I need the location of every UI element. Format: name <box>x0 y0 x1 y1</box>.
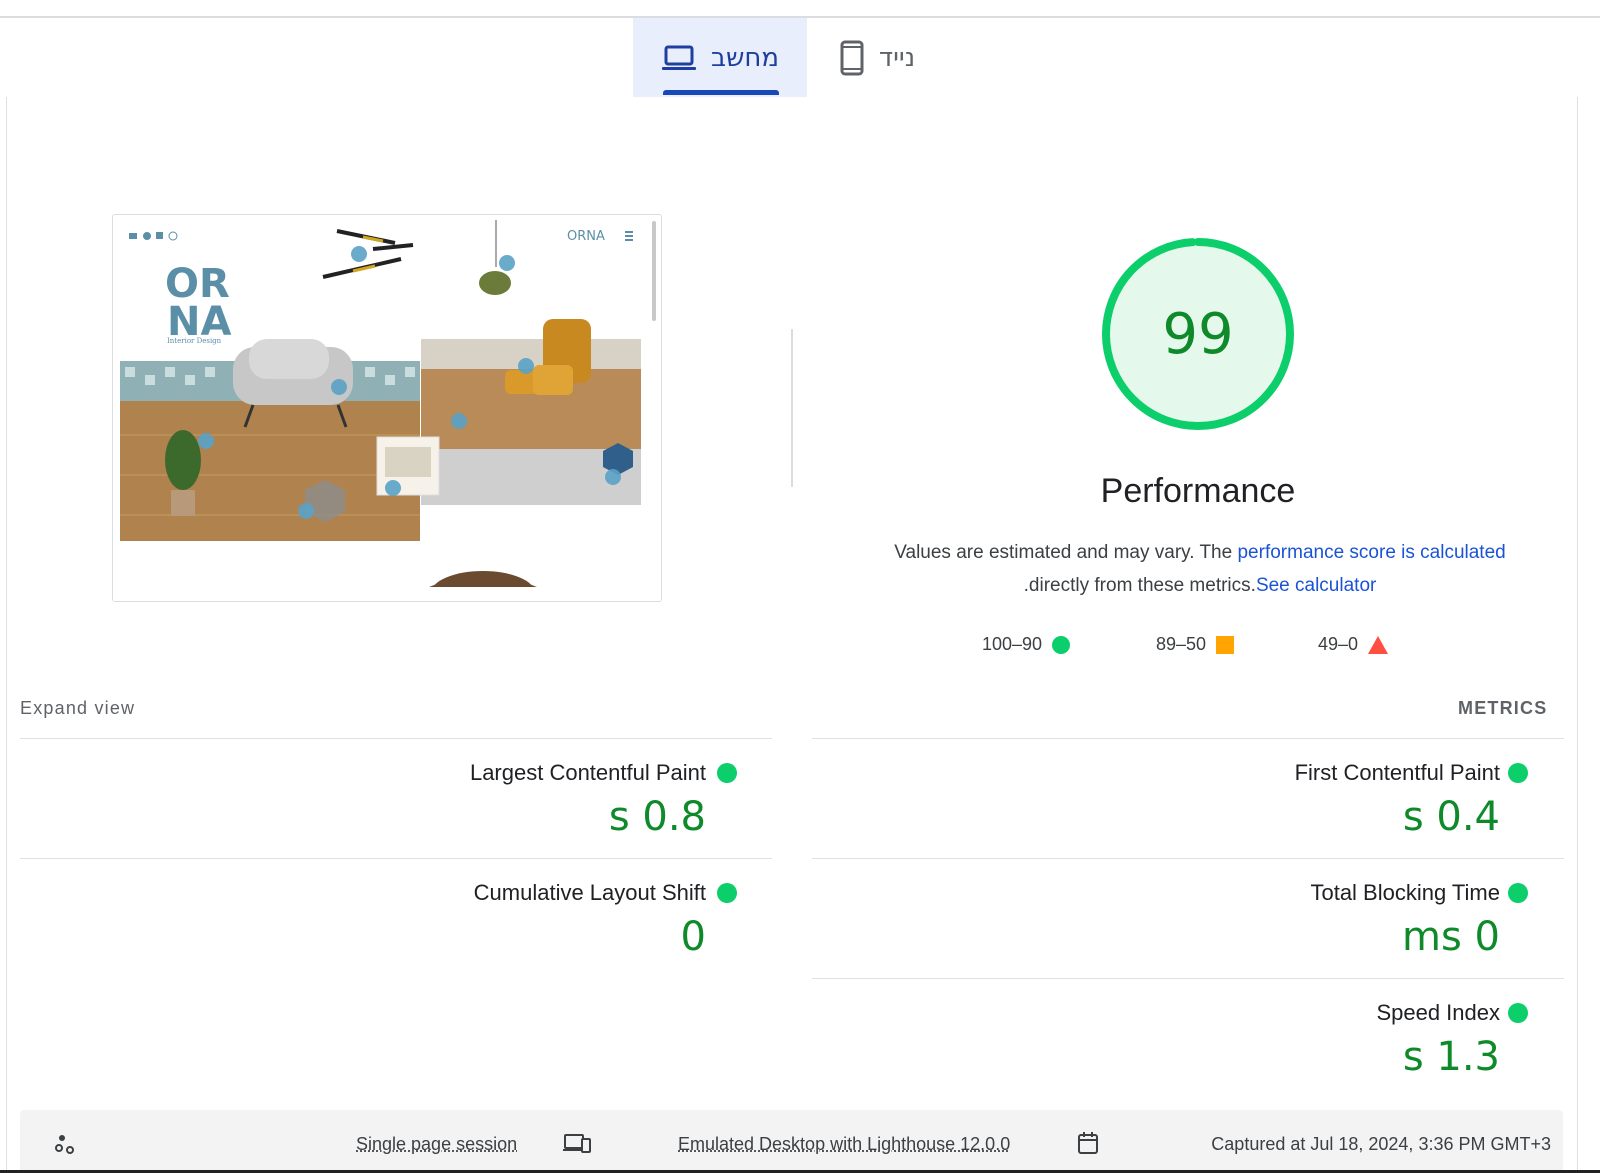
metrics-divider <box>812 978 1564 979</box>
see-calculator-link[interactable]: See calculator <box>1256 575 1376 596</box>
metric-value: s 0.8 <box>608 794 706 840</box>
metrics-divider <box>20 858 772 859</box>
metric-name: Cumulative Layout Shift <box>473 880 706 905</box>
card-border-right <box>1577 97 1578 1173</box>
svg-text:Interior Design: Interior Design <box>167 337 222 345</box>
desc-text: Values are estimated and may vary. The <box>894 542 1238 563</box>
metric-name: Total Blocking Time <box>1310 880 1500 905</box>
card-border-left <box>6 97 7 1173</box>
green-circle-icon <box>1052 635 1071 654</box>
svg-text:ORNA: ORNA <box>567 229 605 244</box>
metric-name: First Contentful Paint <box>1294 760 1500 785</box>
metrics-divider <box>812 738 1564 739</box>
metric-name: Largest Contentful Paint <box>469 760 706 785</box>
green-circle-icon <box>1508 1003 1528 1023</box>
desc-text-2: .directly from these metrics. <box>1023 575 1256 596</box>
calendar-icon <box>1077 1131 1099 1155</box>
green-circle-icon <box>717 763 737 783</box>
expand-view-toggle[interactable]: Expand view <box>20 698 135 719</box>
legend-good: 100–90 <box>982 634 1071 655</box>
tab-mobile-label: נייד <box>878 42 916 73</box>
emulated-device-link[interactable]: Emulated Desktop with Lighthouse 12.0.0 <box>678 1134 1010 1155</box>
performance-score: 99 <box>1162 301 1234 367</box>
metric-value: s 1.3 <box>1402 1034 1500 1080</box>
green-circle-icon <box>1508 883 1528 903</box>
legend-poor: 49–0 <box>1318 634 1389 655</box>
legend-good-label: 100–90 <box>982 634 1043 654</box>
section-divider <box>791 329 793 487</box>
captured-timestamp: Captured at Jul 18, 2024, 3:36 PM GMT+3 <box>1211 1134 1551 1154</box>
device-tabs: מחשב נייד <box>633 18 947 97</box>
legend-average: 89–50 <box>1156 634 1235 655</box>
performance-title: Performance <box>1100 472 1296 510</box>
green-circle-icon <box>717 883 737 903</box>
metric-value: s 0.4 <box>1402 794 1500 840</box>
metric-value: ms 0 <box>1402 914 1500 960</box>
tab-mobile[interactable]: נייד <box>807 18 947 97</box>
tab-desktop[interactable]: מחשב <box>633 18 807 97</box>
metrics-heading: METRICS <box>1458 698 1548 718</box>
metrics-divider <box>20 738 772 739</box>
devices-icon <box>563 1132 591 1154</box>
legend-poor-label: 49–0 <box>1318 634 1359 654</box>
metrics-divider <box>812 858 1564 859</box>
performance-description: Values are estimated and may vary. The p… <box>870 536 1530 602</box>
settings-nodes-icon <box>54 1132 78 1156</box>
active-tab-indicator <box>663 90 779 95</box>
session-link[interactable]: Single page session <box>356 1134 517 1155</box>
laptop-icon <box>661 44 697 72</box>
tab-desktop-label: מחשב <box>710 42 780 73</box>
page-screenshot: ORNA OR NA Interior Design <box>112 214 662 602</box>
runtime-settings-bar: Single page session Emulated Desktop wit… <box>20 1110 1563 1173</box>
green-circle-icon <box>1508 763 1528 783</box>
red-triangle-icon <box>1368 635 1389 654</box>
metric-name: Speed Index <box>1376 1000 1500 1025</box>
orange-square-icon <box>1216 635 1235 654</box>
phone-icon <box>839 40 865 76</box>
metric-value: 0 <box>680 914 706 960</box>
score-calculated-link[interactable]: performance score is calculated <box>1237 542 1505 563</box>
legend-average-label: 89–50 <box>1156 634 1207 654</box>
